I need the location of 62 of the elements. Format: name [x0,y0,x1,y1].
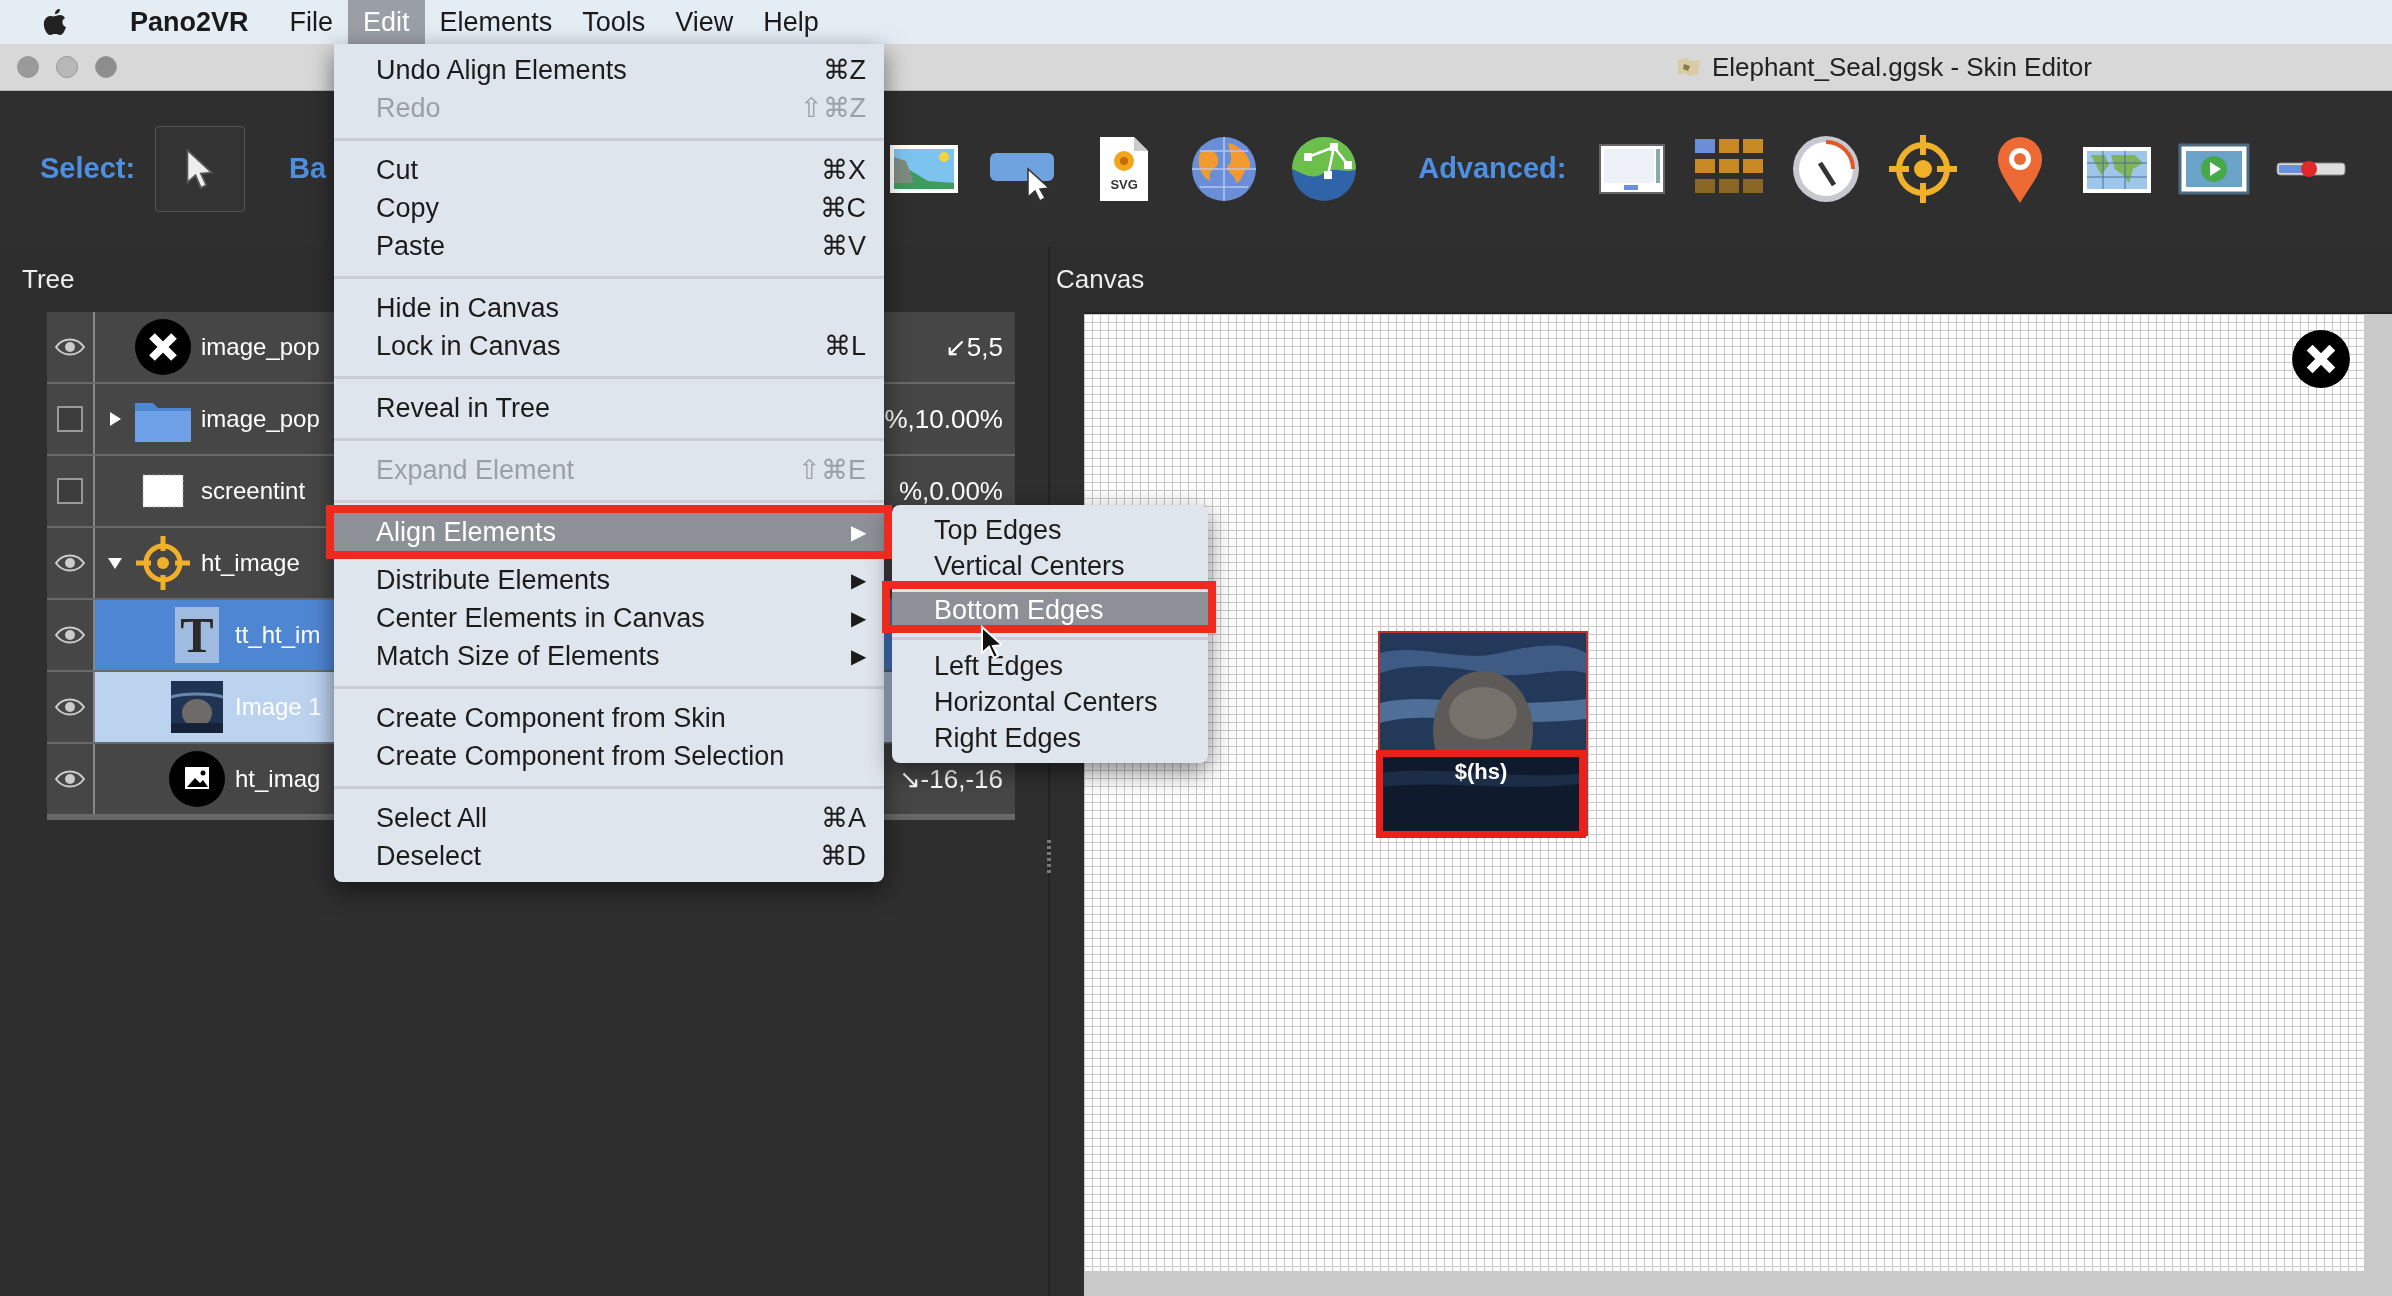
eye-icon[interactable] [55,768,85,790]
crosshair-icon[interactable] [1887,132,1960,205]
apple-icon[interactable] [42,7,68,37]
menu-item[interactable]: Paste ⌘V [334,227,884,265]
menu-item[interactable]: Match Size of Elements ▶ [334,637,884,675]
visibility-checkbox[interactable] [57,406,83,432]
menu-item[interactable]: Reveal in Tree [334,389,884,427]
menu-bar-item[interactable]: Elements [424,0,568,44]
document-icon [1675,56,1702,78]
panel-title: Tree [22,262,75,296]
splitter-handle[interactable] [1047,840,1051,876]
menu-item[interactable]: Deselect ⌘D [334,837,884,875]
menu-bar-item[interactable]: Help [748,0,834,44]
select-tool-button[interactable] [155,125,246,212]
image-icon [167,749,227,809]
eye-icon[interactable] [55,696,85,718]
menu-item[interactable]: Undo Align Elements ⌘Z [334,51,884,89]
menu-item[interactable]: Left Edges [892,648,1208,684]
toolbar-label: Select: [40,152,136,185]
menu-item[interactable]: Select All ⌘A [334,799,884,837]
menu-item[interactable]: Right Edges [892,720,1208,756]
menu-item[interactable]: Create Component from Skin [334,699,884,737]
app-menu[interactable]: Pano2VR [118,6,261,38]
menu-item[interactable]: Hide in Canvas [334,289,884,327]
toolbar-label: Advanced: [1418,152,1567,185]
menu-bar-item[interactable]: File [274,0,349,44]
menu-item[interactable]: Lock in Canvas ⌘L [334,327,884,365]
text-icon: T [175,607,219,663]
element-name: Image 1 [235,693,322,721]
menu-item[interactable]: Copy ⌘C [334,189,884,227]
window-title: Elephant_Seal.ggsk - Skin Editor [1711,51,2092,83]
panel-title: Canvas [1056,262,1145,296]
close-icon [2290,328,2352,390]
menu-item[interactable]: Create Component from Selection [334,737,884,775]
element-name: image_pop [201,333,320,361]
menu-item[interactable]: Center Elements in Canvas ▶ [334,599,884,637]
disclosure-triangle-icon[interactable] [107,411,123,427]
element-position: %,0.00% [898,475,1003,507]
element-name: ht_image [201,549,300,577]
eye-icon[interactable] [55,552,85,574]
eye-icon[interactable] [55,336,85,358]
element-name: image_pop [201,405,320,433]
menu-item[interactable]: Top Edges [892,512,1208,548]
element-caption: $(hs) [1454,759,1508,785]
menu-bar-item[interactable]: Tools [567,0,661,44]
toolbar-label: Ba [289,152,327,185]
element-position: %,10.00% [884,403,1003,435]
crosshair-icon [133,533,193,593]
menu-item[interactable]: Distribute Elements ▶ [334,561,884,599]
element-position: ↙5,5 [944,331,1003,363]
menu-item[interactable]: Horizontal Centers [892,684,1208,720]
element-name: ht_imag [235,765,321,793]
element-name: screentint [201,477,306,505]
menu-item[interactable]: Vertical Centers [892,548,1208,584]
menu-bar-item[interactable]: View [660,0,749,44]
visibility-checkbox[interactable] [57,478,83,504]
disclosure-triangle-icon[interactable] [107,555,123,571]
menu-item[interactable]: Cut ⌘X [334,151,884,189]
element-name: tt_ht_im [235,621,321,649]
eye-icon[interactable] [55,624,85,646]
element-position: ↘-16,-16 [898,763,1003,795]
close-icon [133,317,193,377]
